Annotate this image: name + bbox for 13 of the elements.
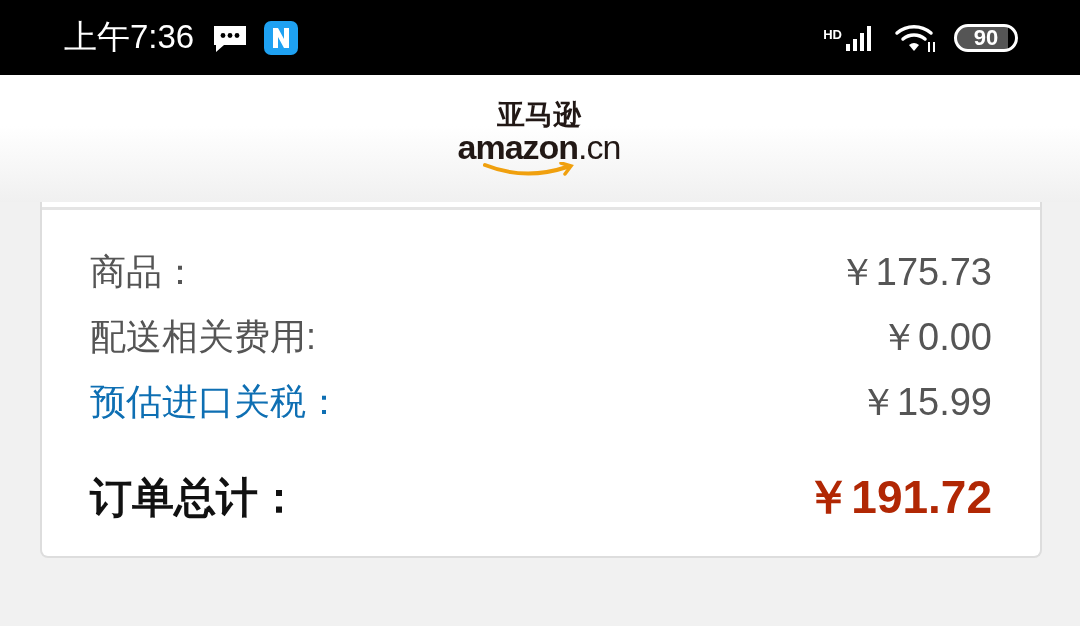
summary-label: 配送相关费用:: [90, 315, 316, 359]
summary-amount: ￥15.99: [858, 380, 992, 425]
logo-chinese-text: 亚马逊: [497, 99, 581, 130]
battery-indicator: 90: [954, 23, 1018, 52]
summary-label: 订单总计：: [90, 473, 300, 523]
summary-label: 商品：: [90, 250, 198, 294]
summary-amount: ￥175.73: [837, 250, 992, 295]
duty-link[interactable]: 预估进口关税：: [90, 378, 342, 427]
summary-amount: ￥191.72: [805, 470, 992, 525]
summary-amount: ￥0.00: [880, 315, 992, 360]
logo-wordmark[interactable]: amazon.cn: [457, 129, 621, 164]
status-time: 上午7:36: [64, 17, 195, 57]
network-label: HD: [823, 27, 842, 42]
